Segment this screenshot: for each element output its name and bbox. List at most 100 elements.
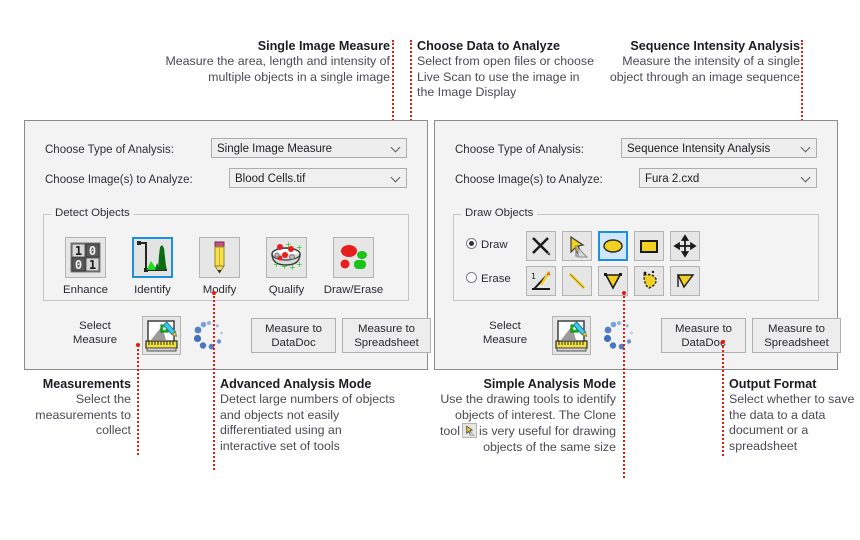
draw-radio-label: Draw [481,239,508,251]
move-tool[interactable] [670,231,700,261]
image-to-analyze-select[interactable]: Blood Cells.tif [229,168,407,188]
figure-root: Single Image Measure Measure the area, l… [0,0,860,540]
move-arrows-icon [673,234,697,258]
traced-polygon-icon [676,274,695,289]
draw-erase-tool[interactable] [333,237,374,278]
svg-text:+: + [281,262,288,271]
type-of-analysis-value: Single Image Measure [217,143,333,155]
callout-title: Measurements [42,377,131,391]
spreadsheet-line1: Measure to [358,322,415,335]
chevron-down-icon [802,143,811,152]
single-image-measure-panel: Choose Type of Analysis: Single Image Me… [24,120,431,370]
datadoc-line2: DataDoc [681,336,726,349]
svg-text:+: + [273,260,280,269]
callout-body: Detect large numbers of objects and obje… [220,392,395,453]
angle-icon: 1 [531,271,551,290]
svg-text:1: 1 [531,272,536,281]
radio-circle-icon [466,238,477,249]
qualify-tool[interactable]: + + + + + + [266,237,307,278]
line-tool[interactable] [562,266,592,296]
image-to-analyze-label: Choose Image(s) to Analyze: [45,174,193,186]
freehand-tool[interactable] [634,266,664,296]
spreadsheet-line2: Spreadsheet [764,336,829,349]
callout-choose-data-to-analyze: Choose Data to Analyze Select from open … [417,38,599,101]
callout-single-image-measure: Single Image Measure Measure the area, l… [150,38,390,85]
erase-radio[interactable]: Erase [466,272,511,285]
svg-text:0: 0 [89,244,96,258]
datadoc-line1: Measure to [265,322,322,335]
image-to-analyze-select[interactable]: Fura 2.cxd [639,168,817,188]
modify-tool[interactable] [199,237,240,278]
callout-sequence-intensity-analysis: Sequence Intensity Analysis Measure the … [600,38,800,85]
select-measure-line2: Measure [482,334,528,346]
callout-title: Sequence Intensity Analysis [630,39,800,53]
svg-text:+: + [289,263,296,272]
chevron-down-icon [392,173,401,182]
type-of-analysis-select[interactable]: Single Image Measure [211,138,407,158]
ruler-pencil-icon [555,320,588,352]
rectangle-tool[interactable] [634,231,664,261]
chevron-down-icon [802,173,811,182]
sequence-intensity-analysis-panel: Choose Type of Analysis: Sequence Intens… [434,120,841,370]
select-measure-line1: Select [489,320,521,332]
select-measure-label: Select Measure [465,319,545,347]
blobs-icon [340,245,367,269]
sieve-icon: + + + + + + [271,240,303,272]
select-measure-line1: Select [79,320,111,332]
image-to-analyze-value: Fura 2.cxd [645,173,700,185]
draw-radio[interactable]: Draw [466,238,508,251]
callout-body: Measure the intensity of a single object… [609,54,800,84]
callout-advanced-analysis-mode: Advanced Analysis Mode Detect large numb… [220,376,400,454]
measure-to-datadoc-button[interactable]: Measure to DataDoc [251,318,336,353]
callout-title: Single Image Measure [257,39,390,53]
select-measure-label: Select Measure [55,319,135,347]
ruler-pencil-icon [145,320,178,352]
processing-spinner-icon [192,319,226,353]
identify-tool[interactable] [132,237,173,278]
ellipse-icon [603,239,623,253]
ellipse-tool[interactable] [598,231,628,261]
rectangle-icon [640,240,658,253]
select-measure-button[interactable] [552,316,591,355]
datadoc-line2: DataDoc [271,336,316,349]
svg-text:1: 1 [75,244,82,258]
type-of-analysis-value: Sequence Intensity Analysis [627,143,771,155]
erase-radio-label: Erase [481,273,511,285]
processing-spinner-icon [602,319,636,353]
select-measure-button[interactable] [142,316,181,355]
svg-text:0: 0 [75,258,82,272]
leader-measurements [137,345,139,455]
datadoc-line1: Measure to [675,322,732,335]
point-cross-tool[interactable] [526,231,556,261]
enhance-tool[interactable]: 1 0 0 1 [65,237,106,278]
spreadsheet-line1: Measure to [768,322,825,335]
detect-objects-title: Detect Objects [51,207,134,219]
chevron-down-icon [392,143,401,152]
angle-tool[interactable]: 1 [526,266,556,296]
image-to-analyze-label: Choose Image(s) to Analyze: [455,174,603,186]
line-icon [568,272,586,290]
histogram-icon [134,239,171,276]
spreadsheet-line2: Spreadsheet [354,336,419,349]
traced-polygon-tool[interactable] [670,266,700,296]
callout-title: Simple Analysis Mode [483,377,616,391]
callout-body-part2: is very useful for drawing objects of th… [478,424,616,454]
callout-body: Select the measurements to collect [35,392,131,438]
pencil-icon [214,241,225,274]
draw-erase-tool-caption: Draw/Erase [323,284,384,296]
callout-title: Output Format [729,377,817,391]
binary-grid-icon: 1 0 0 1 [70,242,101,273]
measure-to-spreadsheet-button[interactable]: Measure to Spreadsheet [342,318,431,353]
measure-to-datadoc-button[interactable]: Measure to DataDoc [661,318,746,353]
type-of-analysis-select[interactable]: Sequence Intensity Analysis [621,138,817,158]
select-measure-line2: Measure [72,334,118,346]
svg-text:+: + [296,243,303,252]
type-of-analysis-label: Choose Type of Analysis: [45,144,174,156]
clone-tool[interactable] [562,231,592,261]
svg-text:+: + [285,240,292,249]
svg-text:+: + [296,260,303,269]
measure-to-spreadsheet-button[interactable]: Measure to Spreadsheet [752,318,841,353]
callout-measurements: Measurements Select the measurements to … [16,376,131,439]
callout-title: Choose Data to Analyze [417,39,560,53]
draw-objects-title: Draw Objects [461,207,538,219]
